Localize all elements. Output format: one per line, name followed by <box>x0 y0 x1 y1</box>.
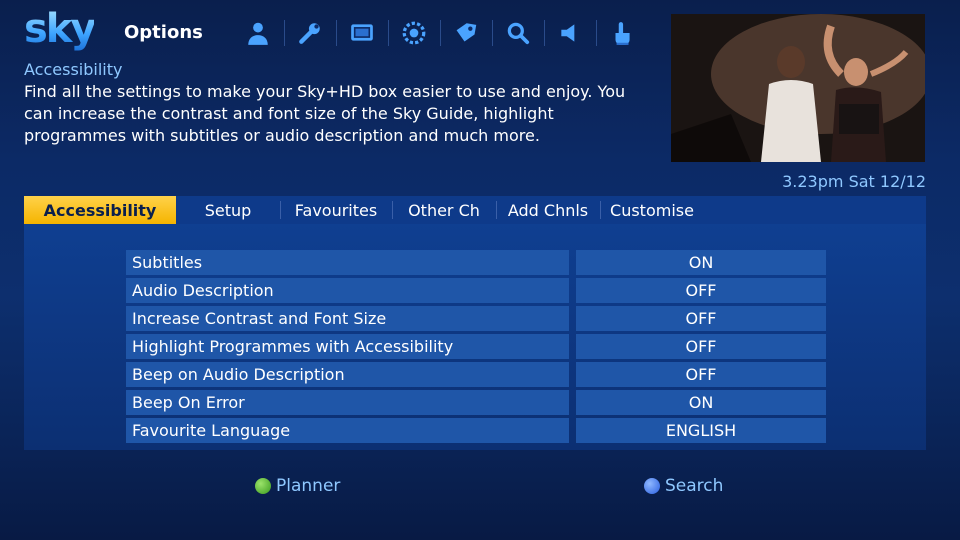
section-heading: Accessibility <box>24 60 123 79</box>
section-description: Find all the settings to make your Sky+H… <box>24 82 626 145</box>
setting-label: Beep On Error <box>126 390 569 415</box>
setting-label: Audio Description <box>126 278 569 303</box>
options-tab-bar: Accessibility Setup Favourites Other Ch … <box>24 196 926 224</box>
setting-value[interactable]: ON <box>576 250 826 275</box>
tab-accessibility[interactable]: Accessibility <box>24 196 176 224</box>
setting-value[interactable]: OFF <box>576 306 826 331</box>
setting-row-favourite-language[interactable]: Favourite Language ENGLISH <box>126 418 826 443</box>
video-frame-image <box>671 14 925 162</box>
tab-other-ch[interactable]: Other Ch <box>392 196 496 224</box>
setting-row-highlight-programmes[interactable]: Highlight Programmes with Accessibility … <box>126 334 826 359</box>
setting-value[interactable]: ON <box>576 390 826 415</box>
hand-icon[interactable] <box>596 14 648 52</box>
screen-icon[interactable] <box>336 14 388 52</box>
blue-key-search[interactable]: Search <box>644 476 723 496</box>
setting-label: Beep on Audio Description <box>126 362 569 387</box>
tab-customise[interactable]: Customise <box>600 196 704 224</box>
tag-icon[interactable] <box>440 14 492 52</box>
planner-label: Planner <box>276 476 341 496</box>
tab-setup[interactable]: Setup <box>176 196 280 224</box>
video-preview <box>671 14 925 162</box>
setting-value[interactable]: OFF <box>576 278 826 303</box>
setting-row-beep-audio-description[interactable]: Beep on Audio Description OFF <box>126 362 826 387</box>
setting-label: Highlight Programmes with Accessibility <box>126 334 569 359</box>
green-key-planner[interactable]: Planner <box>255 476 340 496</box>
setting-label: Favourite Language <box>126 418 569 443</box>
setting-value[interactable]: ENGLISH <box>576 418 826 443</box>
wrench-icon[interactable] <box>284 14 336 52</box>
search-label: Search <box>665 476 724 496</box>
setting-label: Increase Contrast and Font Size <box>126 306 569 331</box>
person-icon[interactable] <box>232 14 284 52</box>
tab-add-chnls[interactable]: Add Chnls <box>496 196 600 224</box>
setting-value[interactable]: OFF <box>576 334 826 359</box>
setting-row-contrast-font[interactable]: Increase Contrast and Font Size OFF <box>126 306 826 331</box>
setting-row-subtitles[interactable]: Subtitles ON <box>126 250 826 275</box>
options-icon-bar <box>232 14 648 52</box>
setting-row-beep-on-error[interactable]: Beep On Error ON <box>126 390 826 415</box>
blue-button-icon <box>644 478 660 494</box>
setting-value[interactable]: OFF <box>576 362 826 387</box>
gear-icon[interactable] <box>388 14 440 52</box>
tab-favourites[interactable]: Favourites <box>280 196 392 224</box>
search-icon[interactable] <box>492 14 544 52</box>
clock-display: 3.23pm Sat 12/12 <box>782 172 926 191</box>
sky-logo: sky <box>24 6 96 52</box>
speaker-icon[interactable] <box>544 14 596 52</box>
page-title: Options <box>124 22 203 43</box>
setting-label: Subtitles <box>126 250 569 275</box>
green-button-icon <box>255 478 271 494</box>
setting-row-audio-description[interactable]: Audio Description OFF <box>126 278 826 303</box>
